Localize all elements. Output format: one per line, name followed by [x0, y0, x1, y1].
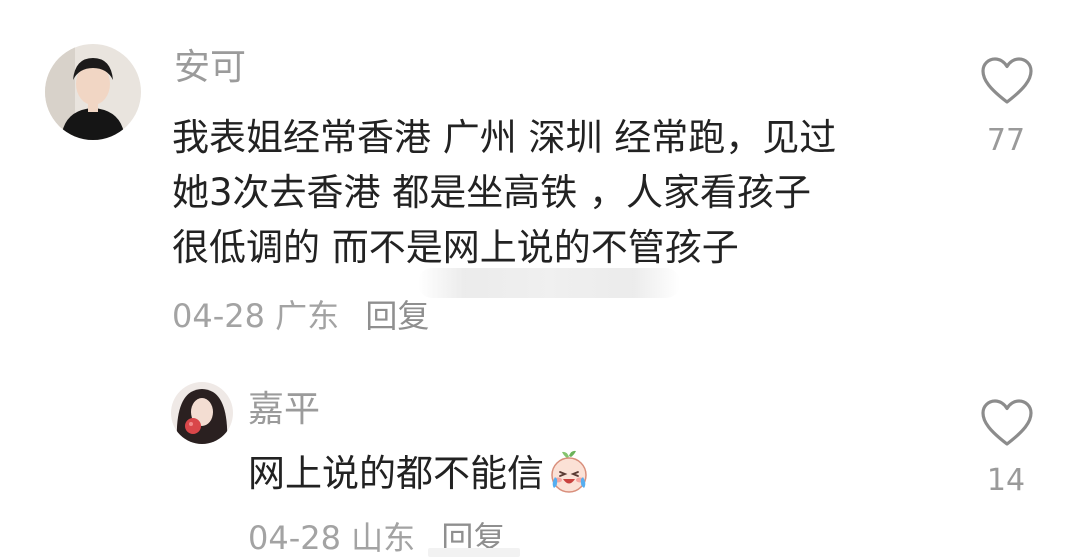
watermark [418, 268, 680, 298]
avatar[interactable] [171, 382, 233, 444]
like-count: 14 [986, 463, 1026, 498]
avatar[interactable] [45, 44, 141, 140]
comment-date: 04-28 [248, 519, 341, 557]
comment-location: 山东 [351, 519, 416, 557]
heart-outline-icon [981, 57, 1033, 104]
like-button[interactable] [980, 398, 1034, 448]
reply-button[interactable]: 回复 [365, 297, 429, 335]
comment-location: 广东 [275, 297, 340, 335]
comment-text-line: 很低调的 而不是网上说的不管孩子 [172, 226, 739, 269]
comment-date: 04-28 [172, 297, 265, 335]
comment-text-line: 她3次去香港 都是坐高铁 ，人家看孩子 [172, 171, 812, 214]
username[interactable]: 安可 [174, 48, 246, 88]
comment-text: 网上说的都不能信 [248, 446, 592, 501]
crying-laughing-peach-emoji [551, 450, 587, 493]
comment-text-line: 网上说的都不能信 [248, 452, 544, 495]
like-button[interactable] [980, 56, 1034, 106]
bottom-overlay [428, 548, 520, 557]
comment-meta: 04-28 广东 回复 [172, 296, 429, 336]
heart-outline-icon [981, 399, 1033, 446]
like-count: 77 [986, 123, 1026, 158]
username[interactable]: 嘉平 [248, 390, 320, 430]
comment-text-line: 我表姐经常香港 广州 深圳 经常跑，见过 [172, 116, 837, 159]
comment-text: 我表姐经常香港 广州 深圳 经常跑，见过 她3次去香港 都是坐高铁 ，人家看孩子… [172, 110, 836, 275]
